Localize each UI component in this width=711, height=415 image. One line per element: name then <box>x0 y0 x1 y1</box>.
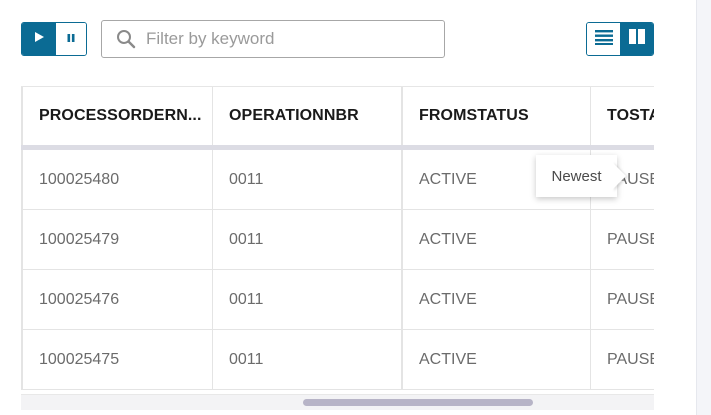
table-cell: PAUSEI <box>591 270 654 329</box>
search-box[interactable] <box>101 20 445 58</box>
table-row[interactable]: 100025475 0011 ACTIVE PAUSEI <box>21 330 654 390</box>
tooltip-text: Newest <box>551 167 602 185</box>
column-header-operationnbr[interactable]: OPERATIONNBR <box>213 86 402 145</box>
column-header-processorder[interactable]: PROCESSORDERN... <box>21 86 213 145</box>
search-icon <box>116 29 136 49</box>
column-header-label: PROCESSORDERN... <box>39 106 202 124</box>
view-toggle <box>586 22 654 56</box>
column-header-fromstatus[interactable]: FROMSTATUS <box>402 86 591 145</box>
table-top-border <box>21 86 654 87</box>
split-view-button[interactable] <box>620 23 653 55</box>
table-cell: 100025476 <box>21 270 213 329</box>
scrollbar-thumb[interactable] <box>303 399 533 406</box>
column-header-label: TOSTA <box>607 106 654 124</box>
column-header-tostatus[interactable]: TOSTA <box>591 86 654 145</box>
table-cell: 100025475 <box>21 330 213 389</box>
table-cell: ACTIVE <box>402 270 591 329</box>
table-header-row: PROCESSORDERN... OPERATIONNBR FROMSTATUS… <box>21 86 654 150</box>
pause-button[interactable] <box>56 23 86 55</box>
pause-icon <box>66 30 76 48</box>
list-view-button[interactable] <box>587 23 620 55</box>
newest-tooltip: Newest <box>536 155 617 197</box>
data-table: PROCESSORDERN... OPERATIONNBR FROMSTATUS… <box>21 86 654 410</box>
list-view-icon <box>594 29 613 50</box>
table-cell: 0011 <box>213 330 402 389</box>
table-cell: 0011 <box>213 150 402 209</box>
column-header-label: OPERATIONNBR <box>229 106 359 124</box>
horizontal-scrollbar[interactable] <box>21 394 654 410</box>
page: PROCESSORDERN... OPERATIONNBR FROMSTATUS… <box>0 0 711 415</box>
table-cell: 100025479 <box>21 210 213 269</box>
play-button[interactable] <box>22 23 56 55</box>
table-cell: ACTIVE <box>402 210 591 269</box>
table-row[interactable]: 100025479 0011 ACTIVE PAUSEI <box>21 210 654 270</box>
table-cell: 0011 <box>213 270 402 329</box>
play-icon <box>33 30 45 48</box>
table-grid: PROCESSORDERN... OPERATIONNBR FROMSTATUS… <box>21 86 654 390</box>
playback-controls <box>21 22 87 56</box>
search-input[interactable] <box>144 28 428 50</box>
tooltip-arrow <box>612 162 626 190</box>
right-panel-edge <box>696 0 711 415</box>
toolbar <box>21 20 654 58</box>
split-view-icon <box>628 29 645 49</box>
table-cell: 100025480 <box>21 150 213 209</box>
table-cell: ACTIVE <box>402 330 591 389</box>
table-row[interactable]: 100025476 0011 ACTIVE PAUSEI <box>21 270 654 330</box>
table-cell: PAUSEI <box>591 210 654 269</box>
table-cell: PAUSEI <box>591 330 654 389</box>
column-header-label: FROMSTATUS <box>419 106 529 124</box>
table-cell: 0011 <box>213 210 402 269</box>
